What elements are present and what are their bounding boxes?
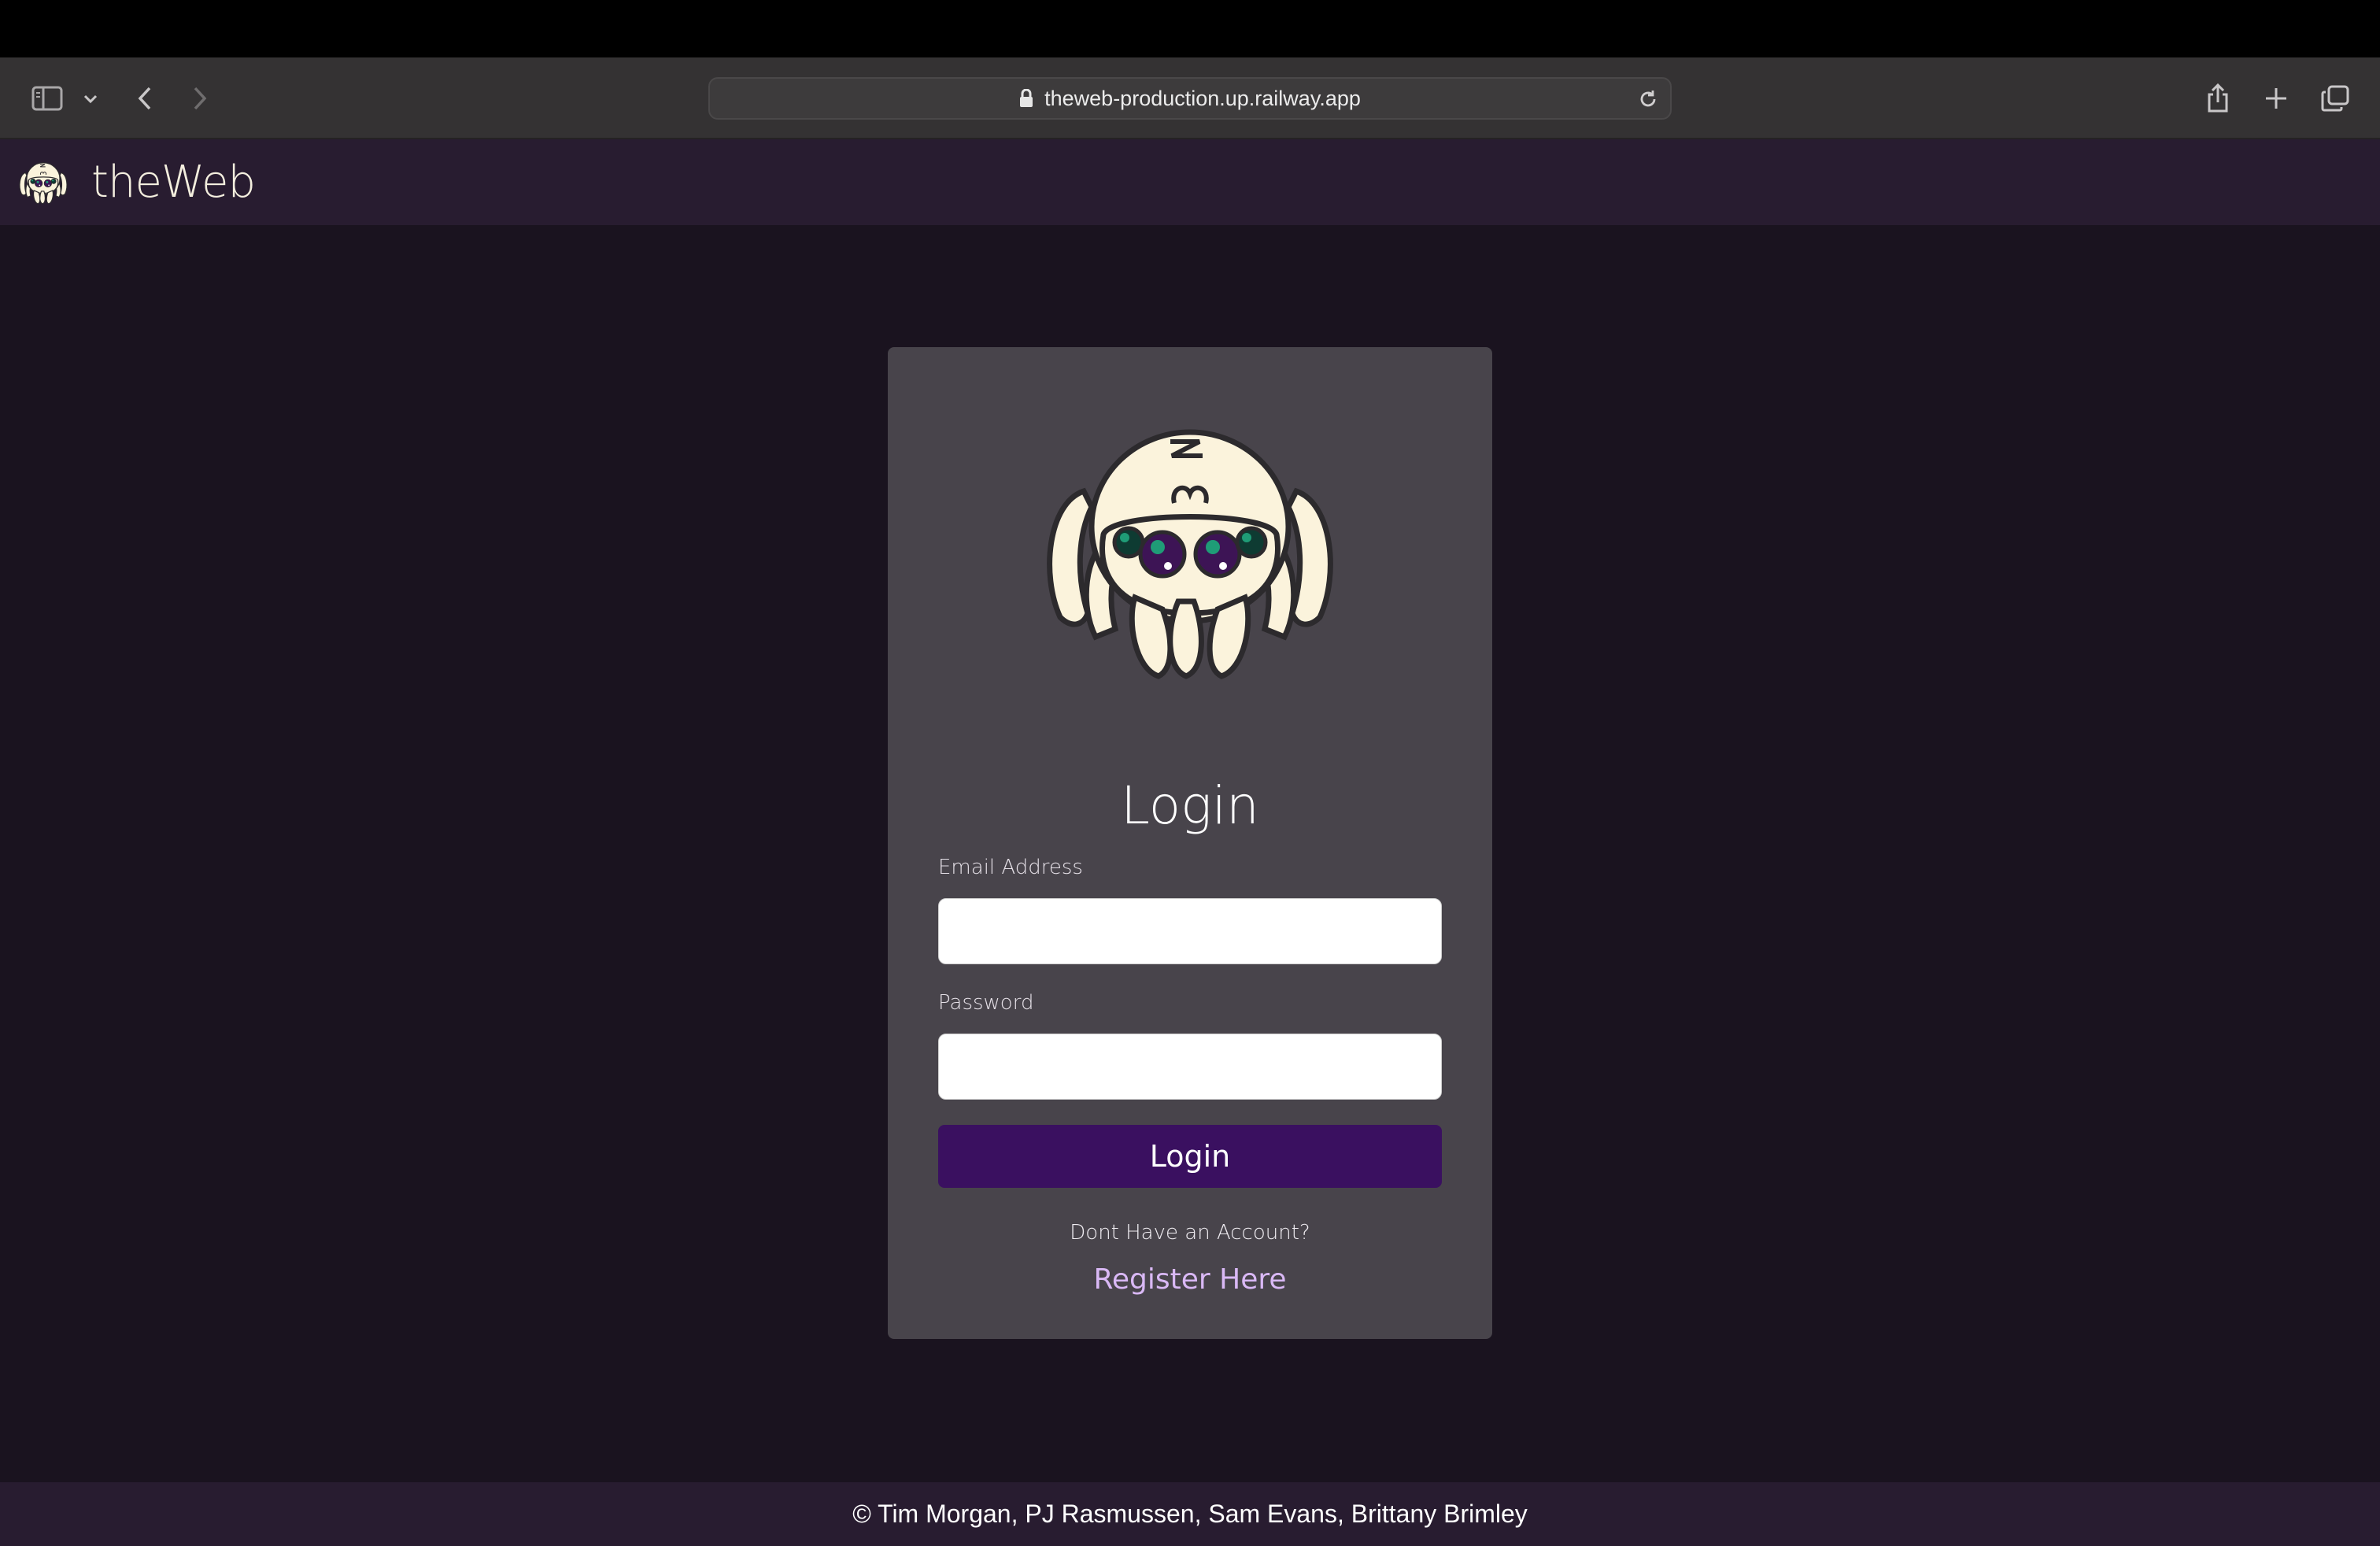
share-icon[interactable] xyxy=(2202,81,2234,116)
email-field[interactable] xyxy=(938,898,1442,964)
login-card: Login Email Address Password Login Dont … xyxy=(888,347,1492,1339)
brand-name[interactable]: theWeb xyxy=(91,157,256,208)
chevron-down-icon[interactable] xyxy=(80,89,101,109)
login-title: Login xyxy=(1121,775,1259,836)
macos-top-bar xyxy=(0,0,2380,57)
url-text: theweb-production.up.railway.app xyxy=(1044,86,1361,110)
footer: © Tim Morgan, PJ Rasmussen, Sam Evans, B… xyxy=(0,1482,2380,1546)
tabs-overview-icon[interactable] xyxy=(2319,83,2352,114)
login-button[interactable]: Login xyxy=(938,1125,1442,1188)
lock-icon xyxy=(1019,89,1033,108)
spider-mascot-icon xyxy=(1017,416,1363,684)
email-label: Email Address xyxy=(938,856,1083,879)
site-navbar: theWeb xyxy=(0,139,2380,225)
back-chevron-icon[interactable] xyxy=(131,83,159,114)
copyright-text: © Tim Morgan, PJ Rasmussen, Sam Evans, B… xyxy=(852,1500,1528,1528)
browser-toolbar: theweb-production.up.railway.app xyxy=(0,57,2380,139)
url-display[interactable]: theweb-production.up.railway.app xyxy=(710,79,1670,118)
reload-icon[interactable] xyxy=(1635,87,1661,112)
no-account-text: Dont Have an Account? xyxy=(1070,1221,1310,1245)
register-link[interactable]: Register Here xyxy=(888,1263,1492,1296)
plus-icon[interactable] xyxy=(2260,83,2292,114)
password-label: Password xyxy=(938,991,1034,1015)
sidebar-icon[interactable] xyxy=(30,83,65,114)
password-field[interactable] xyxy=(938,1034,1442,1100)
spider-logo-icon[interactable] xyxy=(14,155,72,210)
forward-chevron-icon[interactable] xyxy=(186,83,214,114)
address-bar[interactable]: theweb-production.up.railway.app xyxy=(708,77,1672,120)
